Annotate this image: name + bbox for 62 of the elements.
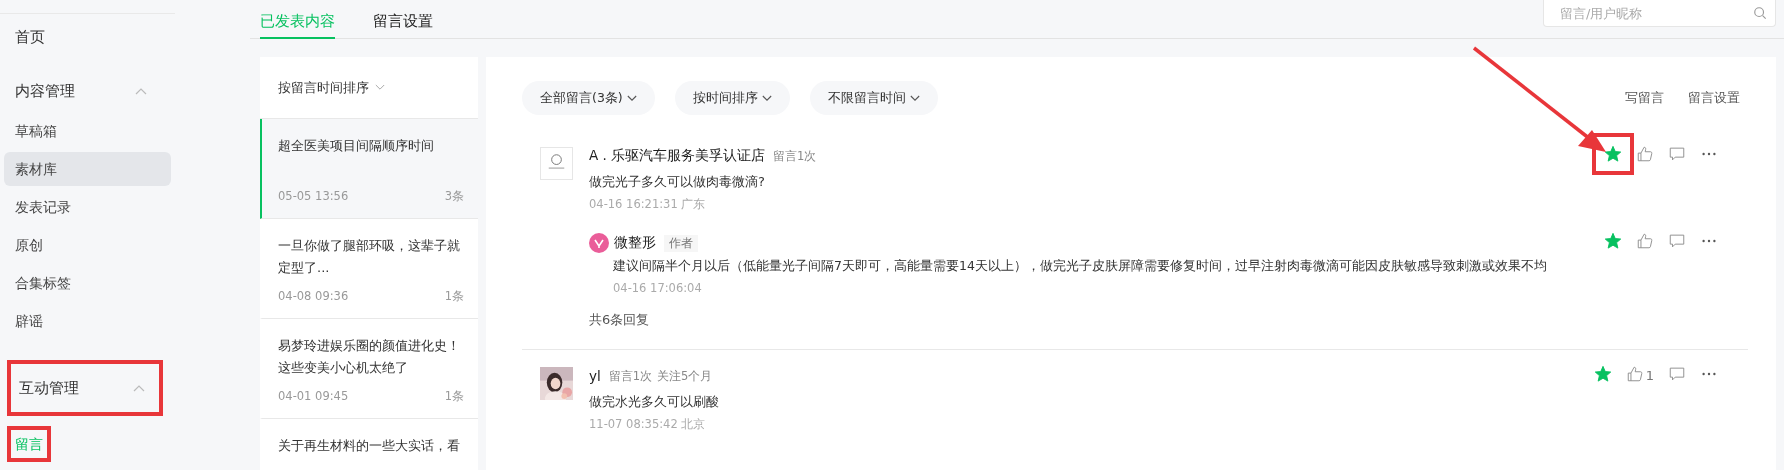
comment-count: 3条 (444, 189, 464, 204)
nav-item[interactable]: 辟谣 (4, 304, 171, 338)
comment-time: 04-16 16:21:31 广东 (589, 197, 707, 212)
search-icon (1753, 6, 1767, 20)
reply-author: 微整形 (614, 234, 656, 252)
nav-item[interactable]: 合集标签 (4, 266, 171, 300)
comment-text: 做完光子多久可以做肉毒微滴? (589, 173, 766, 191)
comment-time: 11-07 08:35:42 北京 (589, 417, 707, 432)
comment-text: 做完水光多久可以刷酸 (589, 393, 720, 411)
article-item[interactable]: 易梦玲进娱乐圈的颜值进化史！这些变美小心机太绝了 04-01 09:45 1条 (260, 319, 478, 419)
chevron-icon (761, 94, 772, 102)
commenter-meta: 留言1次 (608, 368, 653, 384)
comment-count: 1条 (444, 289, 464, 304)
article-time: 04-01 09:45 (278, 389, 349, 404)
commenter-meta: 关注5个月 (657, 368, 713, 384)
nav-group[interactable]: 互动管理 (7, 360, 163, 416)
search-field[interactable]: 留言/用户昵称 (1558, 4, 1753, 22)
like-button[interactable] (1636, 145, 1654, 163)
commenter-meta: 留言1次 (773, 148, 817, 164)
nav-item[interactable]: 素材库 (4, 152, 171, 186)
reply-time: 04-16 17:06:04 (613, 281, 703, 295)
star-icon[interactable] (1604, 232, 1622, 250)
nav-item[interactable]: 原创 (4, 228, 171, 262)
filter-dropdown[interactable]: 全部留言(3条) (522, 81, 655, 115)
logo-avatar (540, 147, 573, 180)
comment-icon[interactable] (1668, 145, 1686, 163)
filter-dropdown[interactable]: 不限留言时间 (809, 81, 938, 115)
commenter-name: A . 乐驱汽车服务美孚认证店 (589, 147, 766, 165)
article-title: 关于再生材料的一些大实话，看 (278, 437, 461, 455)
nav-group-label: 互动管理 (19, 378, 79, 398)
like-button[interactable]: 1 (1625, 365, 1654, 383)
header-link[interactable]: 写留言 (1625, 89, 1664, 107)
chevron-icon (909, 94, 920, 102)
article-time: 05-05 13:56 (278, 189, 349, 204)
tab[interactable]: 留言设置 (373, 0, 433, 39)
like-button[interactable] (1636, 232, 1654, 250)
article-item[interactable]: 关于再生材料的一些大实话，看 (260, 419, 478, 470)
nav-item[interactable]: 草稿箱 (4, 114, 171, 148)
article-item[interactable]: 超全医美项目间隔顺序时间 05-05 13:56 3条 (260, 119, 478, 219)
article-title: 超全医美项目间隔顺序时间 (278, 137, 435, 155)
replies-link[interactable]: 共6条回复 (589, 311, 650, 329)
comment-count: 1条 (444, 389, 464, 404)
reply-text: 建议间隔半个月以后（低能量光子间隔7天即可，高能量需要14天以上），做完光子皮肤屏障需要修复时间，过早注射肉毒微滴可能因皮肤敏感导致刺激或效果不均 (613, 258, 1548, 275)
article-item[interactable]: 一旦你做了腿部环吸，这辈子就定型了... 04-08 09:36 1条 (260, 219, 478, 319)
comment-icon[interactable] (1668, 232, 1686, 250)
article-title: 一旦你做了腿部环吸，这辈子就定型了... (278, 237, 461, 277)
author-tag: 作者 (664, 234, 698, 252)
commenter-name: yl (589, 368, 601, 384)
article-title: 易梦玲进娱乐圈的颜值进化史！这些变美小心机太绝了 (278, 337, 461, 377)
nav-group[interactable]: 内容管理 (0, 72, 163, 110)
nav-item[interactable]: 发表记录 (4, 190, 171, 224)
chevron-icon (375, 84, 385, 91)
author-avatar (589, 233, 609, 253)
sort-dropdown[interactable]: 按留言时间排序 (278, 78, 385, 97)
article-time: 04-08 09:36 (278, 289, 349, 304)
comment-icon[interactable] (1668, 365, 1686, 383)
header-link[interactable]: 留言设置 (1688, 89, 1740, 107)
chevron-icon (626, 94, 637, 102)
filter-dropdown[interactable]: 按时间排序 (674, 81, 790, 115)
nav-group-label: 内容管理 (15, 81, 75, 101)
search-box[interactable]: 留言/用户昵称 (1543, 0, 1776, 27)
nav-item[interactable]: 首页 (15, 24, 250, 50)
